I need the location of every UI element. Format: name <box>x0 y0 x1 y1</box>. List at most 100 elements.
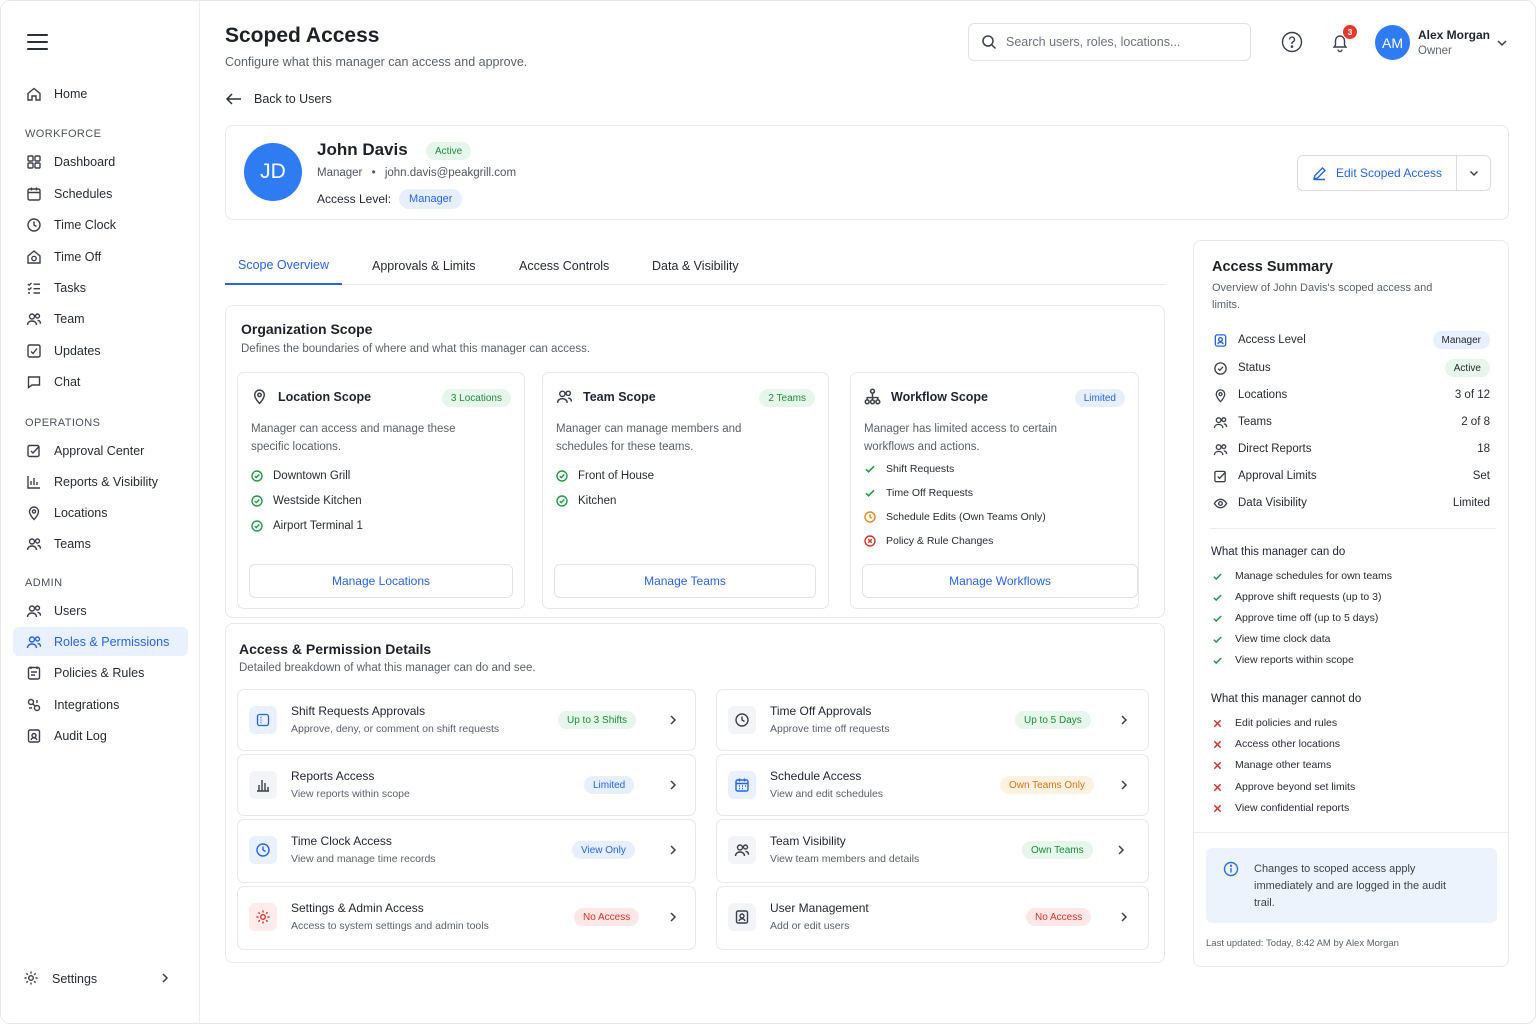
help-icon[interactable] <box>1281 31 1303 53</box>
tab-access-controls[interactable]: Access Controls <box>519 247 609 285</box>
check-circle-icon <box>556 495 578 507</box>
search-icon <box>981 34 997 50</box>
summary-title: Access Summary <box>1212 259 1333 275</box>
chevron-down-icon[interactable] <box>1495 36 1509 50</box>
sidebar-item-label: Home <box>54 86 88 101</box>
cannot-do-item: Manage other teams <box>1212 759 1331 771</box>
permission-row-time-off[interactable]: Time Off Approvals Approve time off requ… <box>716 689 1149 751</box>
tab-data-visibility[interactable]: Data & Visibility <box>652 247 739 285</box>
sidebar-item-settings[interactable]: Settings <box>13 964 188 993</box>
sidebar-item-audit-log[interactable]: Audit Log <box>13 721 188 750</box>
sidebar-item-label: Chat <box>54 374 81 389</box>
scope-list-item: Front of House <box>556 470 654 482</box>
menu-icon[interactable] <box>27 32 49 50</box>
eye-icon <box>1212 495 1228 511</box>
chevron-down-icon <box>1468 167 1480 179</box>
permission-row-settings-admin[interactable]: Settings & Admin Access Access to system… <box>237 886 696 950</box>
user-name: Alex Morgan <box>1418 28 1491 42</box>
permission-title: Team Visibility <box>770 834 846 848</box>
tab-scope-overview[interactable]: Scope Overview <box>225 247 343 285</box>
chevron-right-icon <box>1117 713 1131 727</box>
sidebar-item-chat[interactable]: Chat <box>13 367 188 396</box>
page-subtitle: Configure what this manager can access a… <box>225 55 528 69</box>
location-pin-icon <box>25 504 43 522</box>
sidebar-item-time-clock[interactable]: Time Clock <box>13 210 188 239</box>
cannot-do-label: Approve beyond set limits <box>1235 781 1356 793</box>
permissions-title: Access & Permission Details <box>239 641 432 657</box>
profile-email: john.davis@peakgrill.com <box>384 167 517 179</box>
can-do-item: Approve shift requests (up to 3) <box>1212 591 1382 603</box>
permission-description: Approve time off requests <box>770 723 890 735</box>
check-icon <box>864 487 886 499</box>
edit-scoped-access-button[interactable]: Edit Scoped Access <box>1297 155 1491 191</box>
clock-warning-icon <box>864 511 886 523</box>
permission-title: Settings & Admin Access <box>291 901 424 915</box>
sidebar-item-time-off[interactable]: Time Off <box>13 242 188 271</box>
clock-icon <box>249 836 277 864</box>
sidebar-item-updates[interactable]: Updates <box>13 336 188 365</box>
manage-locations-button[interactable]: Manage Locations <box>249 564 513 598</box>
manage-teams-button[interactable]: Manage Teams <box>554 564 816 598</box>
x-circle-icon <box>864 535 886 547</box>
workflow-scope-title: Workflow Scope <box>864 388 988 405</box>
can-do-item: Manage schedules for own teams <box>1212 570 1392 582</box>
sidebar-item-users[interactable]: Users <box>13 596 188 625</box>
sidebar-item-schedules[interactable]: Schedules <box>13 179 188 208</box>
locations-count-badge: 3 Locations <box>441 389 511 407</box>
summary-row-access-level: Access Level Manager <box>1212 330 1490 350</box>
access-level-badge: Manager <box>399 189 463 209</box>
sidebar-item-integrations[interactable]: Integrations <box>13 690 188 719</box>
permission-row-schedule[interactable]: Schedule Access View and edit schedules … <box>716 754 1149 816</box>
divider <box>1194 832 1508 833</box>
sidebar-item-label: Dashboard <box>54 154 116 169</box>
permission-row-time-clock[interactable]: Time Clock Access View and manage time r… <box>237 819 696 883</box>
sidebar-item-label: Reports & Visibility <box>54 474 158 489</box>
scope-item-label: Airport Terminal 1 <box>273 520 363 532</box>
sidebar: Home WORKFORCE Dashboard Schedules Time … <box>1 1 200 1023</box>
can-do-label: View time clock data <box>1235 633 1331 645</box>
permission-row-reports[interactable]: Reports Access View reports within scope… <box>237 754 696 816</box>
policies-icon <box>25 664 43 682</box>
audit-log-icon <box>25 727 43 745</box>
chevron-right-icon <box>666 778 680 792</box>
sidebar-item-team[interactable]: Team <box>13 304 188 333</box>
summary-value: Limited <box>1452 497 1490 509</box>
check-circle-icon <box>556 470 578 482</box>
chevron-right-icon <box>666 843 680 857</box>
shift-request-icon <box>249 706 277 734</box>
sidebar-item-label: Roles & Permissions <box>54 634 170 649</box>
can-do-label: Approve time off (up to 5 days) <box>1235 612 1379 624</box>
chevron-right-icon <box>1114 843 1128 857</box>
workflow-item-label: Policy & Rule Changes <box>886 535 994 547</box>
users-icon <box>25 535 43 553</box>
sidebar-item-label: Settings <box>52 971 98 986</box>
permission-row-team-visibility[interactable]: Team Visibility View team members and de… <box>716 819 1149 883</box>
search-input[interactable] <box>1006 35 1236 49</box>
sidebar-item-home[interactable]: Home <box>13 79 188 108</box>
sidebar-item-label: Time Off <box>54 249 102 264</box>
manage-workflows-button[interactable]: Manage Workflows <box>862 564 1138 598</box>
sidebar-item-dashboard[interactable]: Dashboard <box>13 147 188 176</box>
notification-badge: 3 <box>1343 25 1357 39</box>
edit-options-dropdown[interactable] <box>1456 156 1490 190</box>
sidebar-item-teams[interactable]: Teams <box>13 529 188 558</box>
permission-description: Approve, deny, or comment on shift reque… <box>291 723 500 735</box>
user-avatar[interactable]: AM <box>1375 25 1410 60</box>
back-to-users-link[interactable]: Back to Users <box>225 92 332 106</box>
sidebar-item-policies-rules[interactable]: Policies & Rules <box>13 658 188 687</box>
can-do-item: View reports within scope <box>1212 654 1354 666</box>
search-box[interactable] <box>968 23 1251 61</box>
permission-row-shift-requests[interactable]: Shift Requests Approvals Approve, deny, … <box>237 689 696 751</box>
sidebar-item-locations[interactable]: Locations <box>13 498 188 527</box>
sidebar-item-reports-visibility[interactable]: Reports & Visibility <box>13 467 188 496</box>
summary-value: Manager <box>1432 331 1490 349</box>
permission-row-user-management[interactable]: User Management Add or edit users No Acc… <box>716 886 1149 950</box>
edit-scoped-access-main[interactable]: Edit Scoped Access <box>1298 156 1456 190</box>
permission-title: Time Clock Access <box>291 834 392 848</box>
tab-approvals-limits[interactable]: Approvals & Limits <box>372 247 476 285</box>
back-label: Back to Users <box>254 92 332 106</box>
sidebar-item-roles-permissions[interactable]: Roles & Permissions <box>13 627 188 656</box>
sidebar-item-approval-center[interactable]: Approval Center <box>13 436 188 465</box>
sidebar-item-tasks[interactable]: Tasks <box>13 273 188 302</box>
check-icon <box>1212 655 1235 666</box>
